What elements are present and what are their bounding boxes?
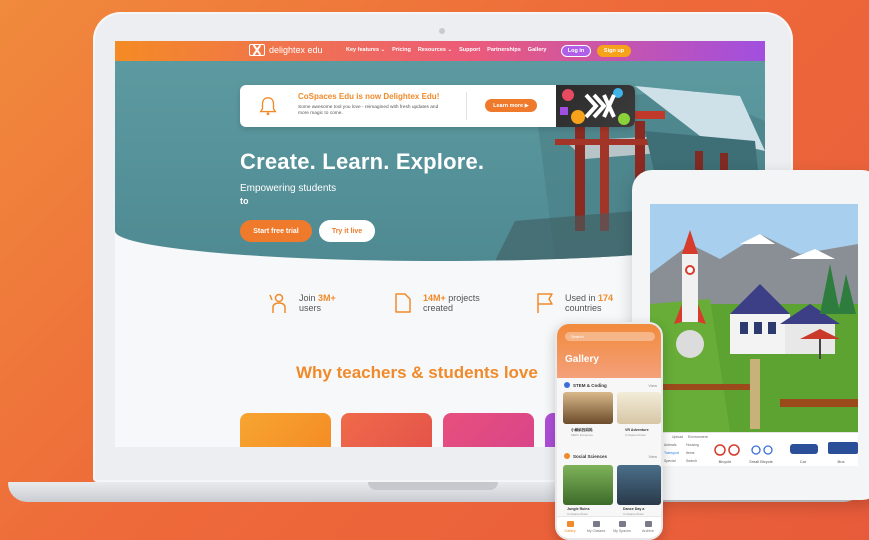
item-bus[interactable]: Bus [826, 459, 856, 464]
user-wave-icon [269, 293, 286, 313]
category-housing[interactable]: Housing [686, 443, 699, 447]
login-button[interactable]: Log in [561, 45, 591, 57]
section-social-sciences: Social Sciences [564, 453, 607, 459]
stat-projects-text: 14M+ projects created [423, 293, 480, 313]
phone-search-input[interactable]: Search [565, 332, 655, 341]
item-car[interactable]: Car [788, 459, 818, 464]
laptop-notch [368, 482, 498, 490]
logo[interactable]: delightex edu [249, 44, 323, 56]
nav-link-resources[interactable]: Resources ⌄ [418, 47, 452, 53]
social-sciences-icon [564, 453, 570, 459]
laptop-camera [439, 28, 445, 34]
category-special[interactable]: Special [664, 459, 675, 463]
thumb-title: VR Adventure [625, 428, 649, 432]
try-it-live-button[interactable]: Try it live [319, 220, 375, 242]
announcement-banner: CoSpaces Edu is now Delightex Edu! Some … [240, 85, 635, 127]
document-icon [395, 293, 411, 313]
item-small-bicycle[interactable]: Small Bicycle [746, 459, 776, 464]
flag-icon [537, 293, 553, 313]
nav-link-partnerships[interactable]: Partnerships [487, 47, 521, 53]
nav-link-gallery[interactable]: Gallery [528, 47, 547, 53]
classes-icon [592, 521, 600, 527]
tab-my-spaces[interactable]: My Spaces [611, 521, 633, 533]
thumb-title: 小蝌蚪找妈妈 [571, 428, 593, 432]
phone-device: Search Gallery STEM & Coding View 小蝌蚪找妈妈… [555, 322, 663, 540]
tablet-device: Upload Environment Animals Housing Trans… [632, 170, 869, 500]
upload-tool[interactable]: Upload [672, 435, 683, 439]
category-animals[interactable]: Animals [664, 443, 676, 447]
gallery-icon [566, 521, 574, 527]
nav-link-support[interactable]: Support [459, 47, 480, 53]
3d-scene [650, 204, 858, 432]
logo-icon [249, 44, 265, 56]
view-all-stem[interactable]: View [648, 383, 657, 388]
tab-gallery[interactable]: Gallery [559, 521, 581, 533]
feature-card[interactable] [341, 413, 432, 447]
environment-tool[interactable]: Environment [688, 435, 708, 439]
vehicle-icons [714, 442, 858, 456]
bell-icon [259, 97, 277, 116]
stat-users-text: Join 3M+ users [299, 293, 336, 313]
hero-title: Create. Learn. Explore. [240, 149, 485, 174]
spaces-icon [618, 521, 626, 527]
category-items[interactable]: Items [686, 451, 695, 455]
learn-more-button[interactable]: Learn more ▶ [485, 99, 537, 112]
archive-icon [644, 521, 652, 527]
hero-subtitle: Empowering students [240, 183, 337, 194]
thumb-title: Jungle Ruins [567, 507, 590, 511]
phone-header: Search Gallery [557, 324, 661, 378]
banner-image [556, 85, 635, 127]
tab-my-classes[interactable]: My Classes [585, 521, 607, 533]
nav-link-pricing[interactable]: Pricing [392, 47, 411, 53]
phone-tab-bar: Gallery My Classes My Spaces Archive [557, 516, 661, 538]
feature-card[interactable] [240, 413, 331, 447]
tab-archive[interactable]: Archive [637, 521, 659, 533]
object-library: Upload Environment Animals Housing Trans… [650, 432, 858, 466]
phone-page-title: Gallery [565, 354, 599, 365]
gallery-thumbnail[interactable] [563, 465, 613, 505]
category-search[interactable]: Search [686, 459, 697, 463]
banner-title: CoSpaces Edu is now Delightex Edu! [298, 92, 440, 101]
why-section-title: Why teachers & students love [296, 363, 538, 382]
thumb-author: CoSpacesTeam [625, 433, 647, 437]
logo-text: delightex edu [269, 45, 323, 55]
start-free-trial-button[interactable]: Start free trial [240, 220, 312, 242]
item-bicycle[interactable]: Bicycle [710, 459, 740, 464]
banner-divider [466, 92, 467, 120]
stat-projects: 14M+ projects created [391, 291, 480, 315]
gallery-thumbnail[interactable] [617, 465, 661, 505]
signup-button[interactable]: Sign up [597, 45, 631, 57]
phone-gallery-body: STEM & Coding View 小蝌蚪找妈妈 MEPL Ecospace … [557, 378, 661, 518]
banner-text: Some awesome tool you love - reimagined … [298, 105, 439, 116]
stat-countries-text: Used in 174 countries [565, 293, 614, 313]
gallery-thumbnail[interactable] [617, 392, 661, 424]
view-all-social[interactable]: View [648, 454, 657, 459]
category-transport[interactable]: Transport [664, 451, 679, 455]
feature-card[interactable] [443, 413, 534, 447]
stem-icon [564, 382, 570, 388]
gallery-thumbnail[interactable] [563, 392, 613, 424]
nav-link-key-features[interactable]: Key features ⌄ [346, 47, 385, 53]
thumb-author: MEPL Ecospace [571, 433, 594, 437]
top-nav: delightex edu Key features ⌄ Pricing Res… [115, 41, 765, 61]
banner-dx-logo-art [560, 88, 630, 125]
nav-links: Key features ⌄ Pricing Resources ⌄ Suppo… [346, 47, 546, 53]
stat-countries: Used in 174 countries [533, 291, 613, 315]
hero-subtitle-line2: to [240, 196, 249, 206]
stat-users: Join 3M+ users [267, 291, 336, 315]
tablet-screen: Upload Environment Animals Housing Trans… [650, 204, 858, 466]
section-stem-coding: STEM & Coding [564, 382, 607, 388]
thumb-title: Dance Day a [623, 507, 645, 511]
